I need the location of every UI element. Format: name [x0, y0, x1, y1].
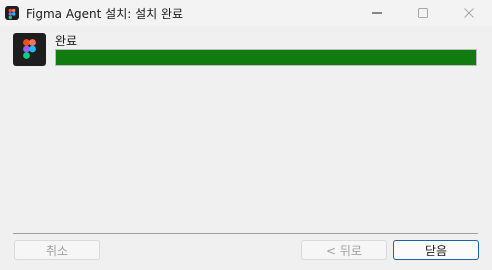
minimize-icon: [372, 12, 382, 14]
installer-window: Figma Agent 설치: 설치 완료 완료 취소 < 뒤로 닫음: [0, 0, 492, 270]
close-button[interactable]: 닫음: [393, 240, 479, 260]
window-title: Figma Agent 설치: 설치 완료: [26, 7, 184, 21]
maximize-button[interactable]: [400, 0, 446, 26]
progress-fill: [56, 50, 476, 65]
cancel-button[interactable]: 취소: [14, 240, 100, 260]
figma-app-icon: [13, 33, 46, 66]
install-progress-bar: [55, 49, 477, 66]
install-status-label: 완료: [55, 34, 78, 48]
close-window-button[interactable]: [446, 0, 492, 26]
maximize-icon: [418, 8, 428, 18]
footer-divider: [13, 233, 478, 234]
back-button[interactable]: < 뒤로: [301, 240, 387, 260]
close-icon: [464, 8, 474, 18]
figma-logo-icon: [5, 6, 19, 20]
title-bar[interactable]: Figma Agent 설치: 설치 완료: [0, 0, 492, 26]
minimize-button[interactable]: [354, 0, 400, 26]
